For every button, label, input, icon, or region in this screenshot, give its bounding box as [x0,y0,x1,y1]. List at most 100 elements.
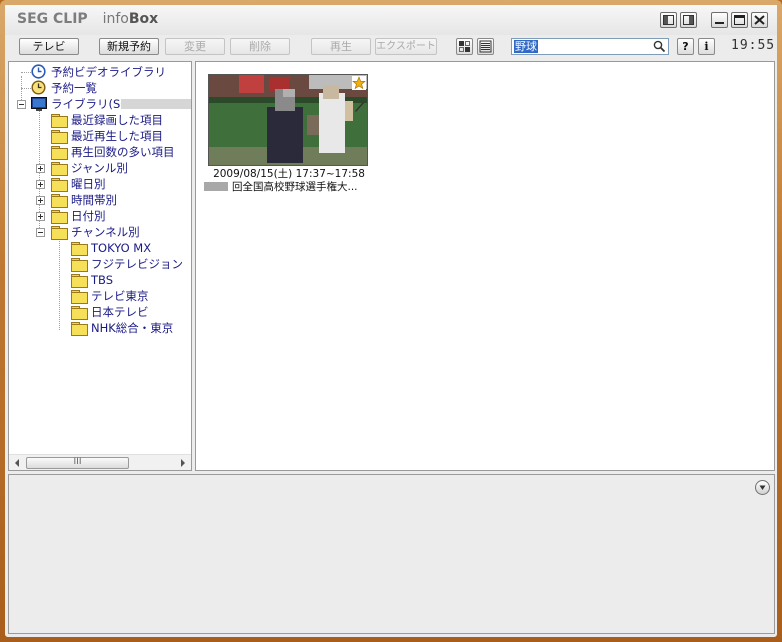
folder-icon [71,258,88,272]
tree-item-label: フジテレビジョン [91,257,183,271]
tree-item-timeslot[interactable]: 時間帯別 [51,192,191,208]
export-button[interactable]: エクスポート [375,38,437,55]
scrollbar-thumb[interactable]: III [26,457,129,469]
app-logo: SEG CLIP infoBox [17,11,158,27]
tree-item-recent-played[interactable]: 最近再生した項目 [51,128,191,144]
recording-title-row[interactable]: 回全国高校野球選手権大... [204,181,384,194]
folder-icon [51,146,68,160]
tree-item-label: 最近録画した項目 [71,113,163,127]
tree-item-channel-fuji[interactable]: フジテレビジョン [71,256,191,272]
help-button[interactable]: ? [677,38,694,55]
thumbnail-view-icon [459,41,470,52]
redacted-text [204,182,228,191]
new-reservation-button[interactable]: 新規予約 [99,38,159,55]
logo-main: SEG CLIP [17,11,88,27]
tree-item-most-played[interactable]: 再生回数の多い項目 [51,144,191,160]
tree-item-label: TBS [91,273,114,287]
library-tree: 予約ビデオライブラリ 予約一覧 ライブラリ(SC 最近録画した項目 最近再生した… [8,61,192,471]
recording-datetime: 2009/08/15(土) 17:37~17:58 [213,168,365,180]
recording-title: 回全国高校野球選手権大... [232,181,358,193]
info-button[interactable]: i [698,38,715,55]
tree-item-label: 再生回数の多い項目 [71,145,175,159]
folder-icon [71,290,88,304]
tree-item-label: 時間帯別 [71,193,117,207]
clock-icon [31,64,46,79]
scroll-left-icon[interactable] [12,458,22,468]
tree-item-label: ジャンル別 [71,161,128,175]
tree-guide [21,72,31,73]
change-button[interactable]: 変更 [165,38,225,55]
folder-icon [51,226,68,240]
tree-item-weekday[interactable]: 曜日別 [51,176,191,192]
expand-toggle[interactable] [36,196,45,205]
clock: 19:55 [731,38,776,53]
tree-item-recent-recorded[interactable]: 最近録画した項目 [51,112,191,128]
tree-item-reservation-library[interactable]: 予約ビデオライブラリ [31,64,191,80]
minimize-button[interactable] [711,12,728,28]
search-box: 野球 [511,38,669,55]
tree-guide [59,234,60,330]
folder-icon [71,274,88,288]
tree-item-channel[interactable]: チャンネル別 [51,224,191,240]
pen-icon[interactable] [352,99,366,113]
logo-box: Box [128,11,159,27]
recording-list: 2009/08/15(土) 17:37~17:58 回全国高校野球選手権大... [195,61,775,471]
collapse-toggle[interactable] [17,100,26,109]
play-button[interactable]: 再生 [311,38,371,55]
folder-icon [51,210,68,224]
thumbnail-view-button[interactable] [456,38,473,55]
expand-toggle[interactable] [36,164,45,173]
tree-item-channel-tokyo-mx[interactable]: TOKYO MX [71,240,191,256]
title-bar: SEG CLIP infoBox [5,5,777,35]
expand-toggle[interactable] [36,180,45,189]
star-icon[interactable] [352,76,366,90]
maximize-button[interactable] [731,12,748,28]
toolbar: テレビ 新規予約 変更 削除 再生 エクスポート 野球 ? i 19:55 [5,35,777,59]
tree-item-label: 曜日別 [71,177,106,191]
search-input[interactable]: 野球 [514,40,538,53]
tree-item-channel-tv-tokyo[interactable]: テレビ東京 [71,288,191,304]
tree-guide [21,88,31,89]
chevron-down-icon [759,485,766,490]
search-icon[interactable] [653,40,666,53]
app-window: SEG CLIP infoBox テレビ 新規予約 変更 削除 再生 エクスポー… [5,5,777,637]
tree-item-date[interactable]: 日付別 [51,208,191,224]
expand-details-button[interactable] [755,480,770,495]
tree-item-label: 日本テレビ [91,305,149,319]
tree-item-label: チャンネル別 [71,225,140,239]
tree-item-channel-tbs[interactable]: TBS [71,272,191,288]
folder-icon [51,114,68,128]
video-frame-image [209,75,367,165]
tree-item-genre[interactable]: ジャンル別 [51,160,191,176]
tree-item-channel-ntv[interactable]: 日本テレビ [71,304,191,320]
tree-item-reservation-list[interactable]: 予約一覧 [31,80,191,96]
expand-toggle[interactable] [36,212,45,221]
folder-icon [71,322,88,336]
tree-item-label: テレビ東京 [91,289,149,303]
monitor-icon [31,97,47,111]
list-view-icon [479,40,492,53]
folder-icon [51,130,68,144]
layout-left-button[interactable] [660,12,677,28]
redacted-text [121,99,191,109]
folder-icon [71,306,88,320]
tree-item-label: ライブラリ(SC [51,97,129,111]
tree-item-library[interactable]: ライブラリ(SC [31,96,191,112]
close-button[interactable] [751,12,768,28]
scroll-right-icon[interactable] [178,458,188,468]
recording-thumbnail[interactable] [208,74,368,166]
tree-item-channel-nhk[interactable]: NHK総合・東京 [71,320,191,336]
list-view-button[interactable] [477,38,494,55]
folder-icon [51,194,68,208]
tv-button[interactable]: テレビ [19,38,79,55]
tree-item-label: NHK総合・東京 [91,321,174,335]
layout-right-button[interactable] [680,12,697,28]
delete-button[interactable]: 削除 [230,38,290,55]
tree-item-label: 予約一覧 [51,81,97,95]
tree-item-label: 予約ビデオライブラリ [51,65,166,79]
tree-item-label: 最近再生した項目 [71,129,163,143]
tree-item-label: TOKYO MX [91,241,152,255]
tree-horizontal-scrollbar[interactable]: III [9,454,191,470]
collapse-toggle[interactable] [36,228,45,237]
alarm-clock-icon [31,80,46,95]
